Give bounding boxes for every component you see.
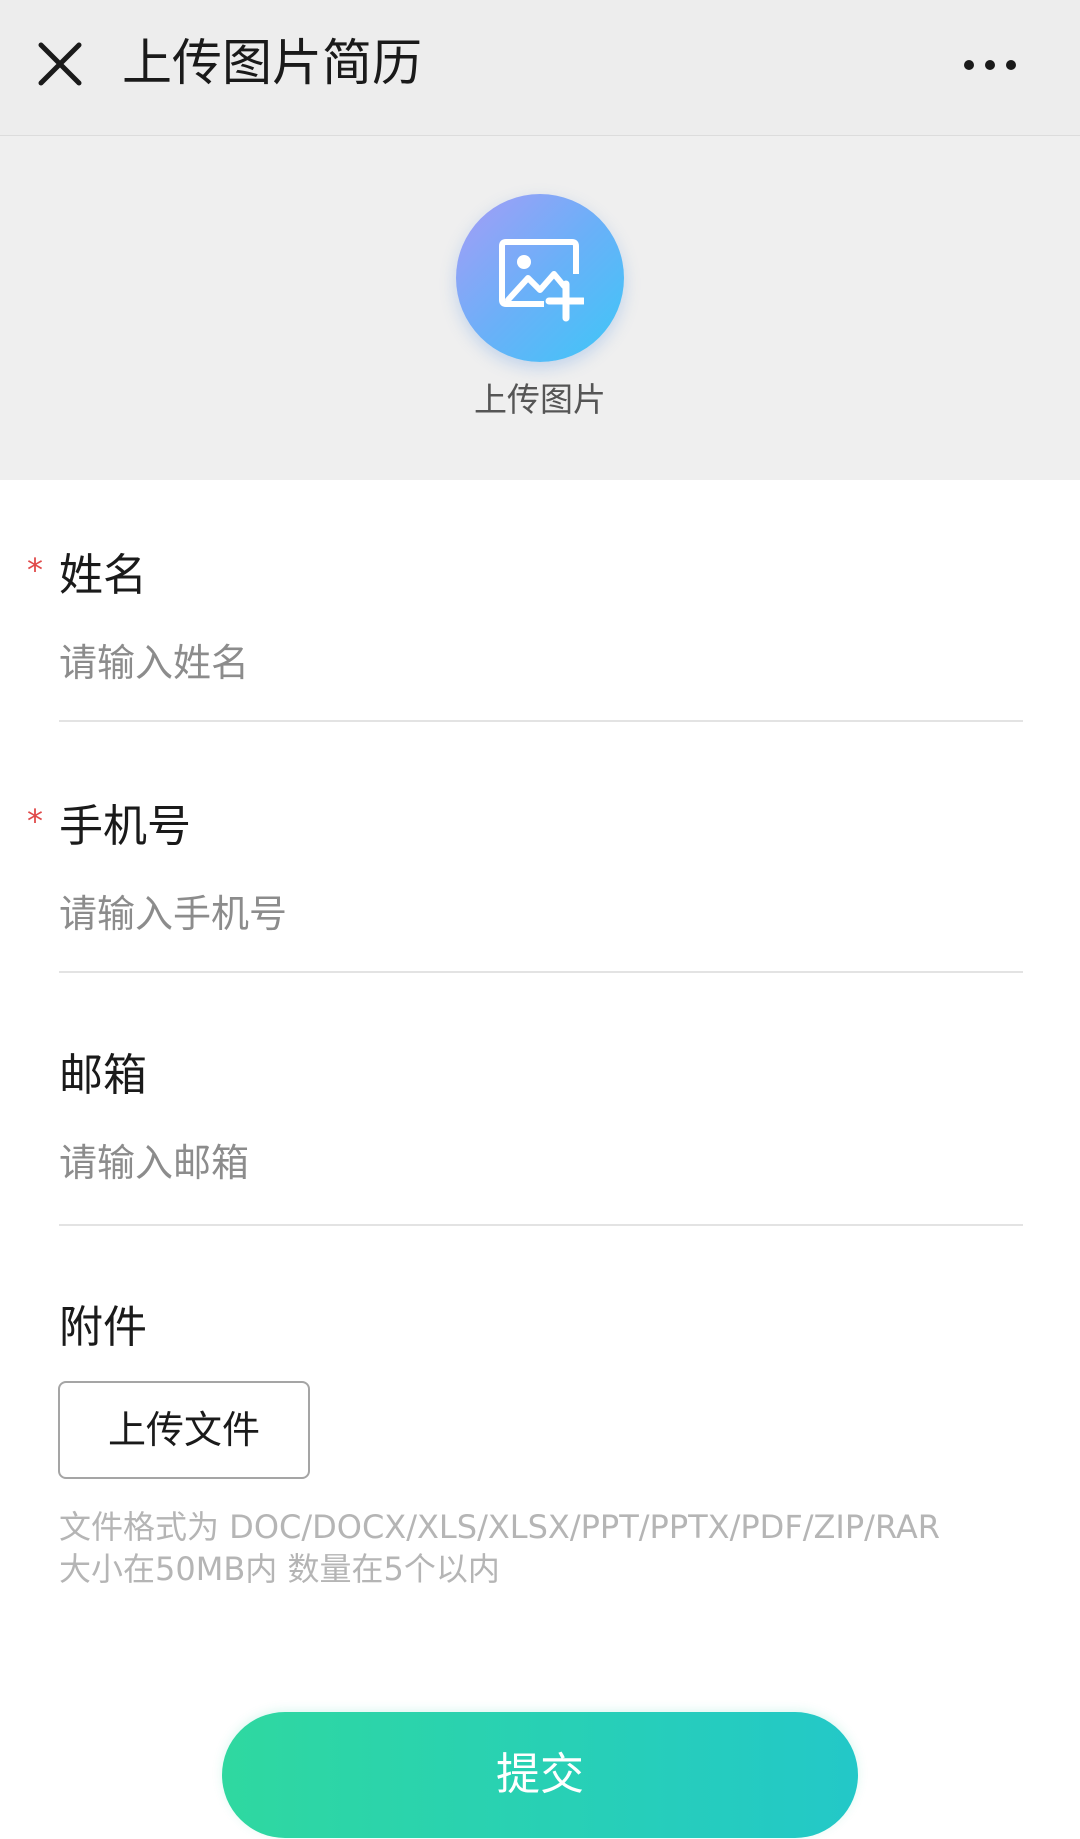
divider [59, 971, 1023, 973]
upload-image-button[interactable] [456, 194, 624, 362]
upload-file-button[interactable]: 上传文件 [58, 1381, 310, 1479]
name-label: 姓名 [59, 550, 147, 601]
required-mark: * [27, 802, 43, 840]
divider [59, 1224, 1023, 1226]
required-mark: * [27, 551, 43, 589]
upload-image-section: 上传图片 [0, 136, 1080, 480]
close-icon [38, 42, 82, 86]
attachment-label: 附件 [59, 1302, 147, 1353]
email-input[interactable] [59, 1128, 1023, 1198]
hint-limits: 大小在50MB内 数量在5个以内 [59, 1550, 500, 1588]
top-nav-bar: 上传图片简历 [0, 0, 1080, 136]
divider [59, 720, 1023, 722]
more-button[interactable] [955, 40, 1025, 90]
upload-image-label: 上传图片 [474, 380, 606, 419]
submit-button[interactable]: 提交 [222, 1712, 858, 1838]
close-button[interactable] [30, 28, 90, 98]
phone-input[interactable] [59, 879, 1023, 949]
name-input[interactable] [59, 628, 1023, 698]
phone-label: 手机号 [59, 801, 191, 852]
more-icon [964, 60, 1016, 70]
hint-formats: 文件格式为 DOC/DOCX/XLS/XLSX/PPT/PPTX/PDF/ZIP… [59, 1508, 941, 1546]
attachment-hint: 文件格式为 DOC/DOCX/XLS/XLSX/PPT/PPTX/PDF/ZIP… [59, 1506, 1049, 1590]
email-label: 邮箱 [59, 1050, 147, 1101]
image-add-icon [499, 239, 584, 322]
page-title: 上传图片简历 [122, 34, 422, 92]
